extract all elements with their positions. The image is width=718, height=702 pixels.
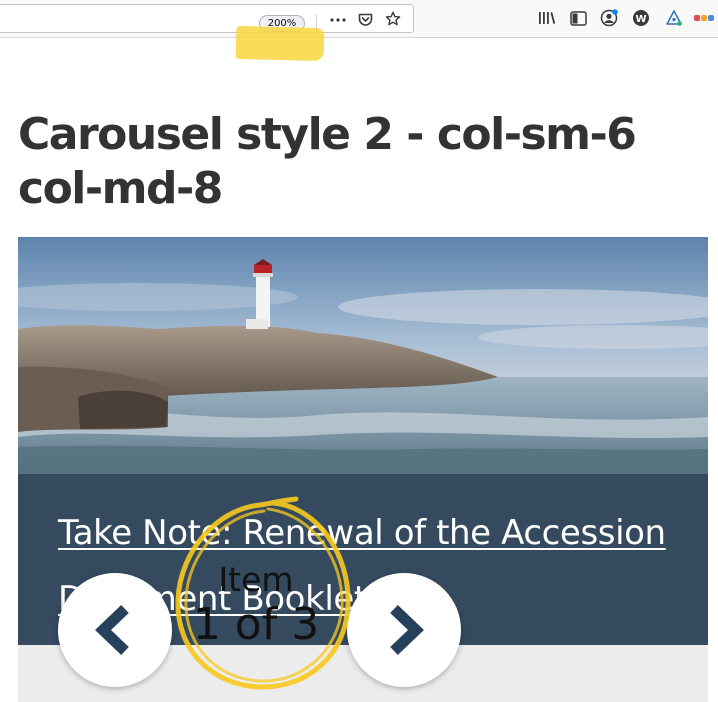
- svg-text:W: W: [635, 14, 646, 25]
- account-icon[interactable]: [599, 8, 619, 28]
- yellow-highlight-annotation: [235, 25, 325, 62]
- library-icon[interactable]: [537, 9, 557, 27]
- url-bar[interactable]: 200%: [0, 4, 414, 34]
- previous-slide-button[interactable]: [58, 573, 172, 687]
- color-extension-icon[interactable]: [693, 9, 717, 27]
- next-slide-button[interactable]: [347, 573, 461, 687]
- sidebar-icon[interactable]: [568, 9, 588, 27]
- more-actions-icon[interactable]: [328, 12, 348, 28]
- pocket-icon[interactable]: [356, 10, 374, 28]
- carousel-slide-image-lighthouse: [18, 237, 708, 474]
- yellow-circle-annotation: [175, 496, 351, 690]
- chevron-right-icon: [390, 605, 424, 655]
- chevron-left-icon: [95, 605, 129, 655]
- bookmark-star-icon[interactable]: [384, 10, 402, 28]
- page-title: Carousel style 2 - col-sm-6 col-md-8: [18, 109, 637, 214]
- wappalyzer-icon[interactable]: W: [631, 8, 651, 28]
- extension-icon[interactable]: [664, 8, 684, 28]
- browser-toolbar: 200% W: [0, 0, 718, 38]
